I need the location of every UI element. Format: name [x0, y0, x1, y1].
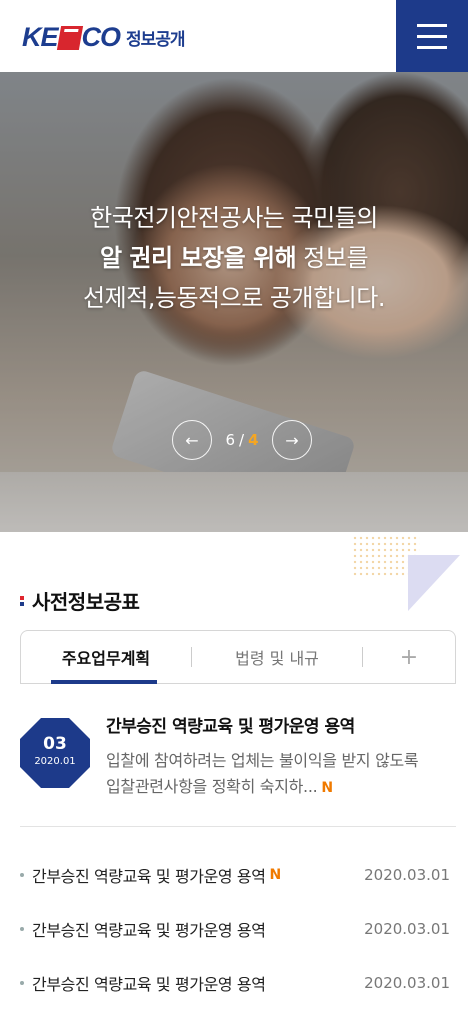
date-year-month: 2020.01 [34, 756, 76, 767]
date-day: 03 [43, 734, 67, 754]
list-item[interactable]: 간부승진 역량교육 및 평가운영 용역 N 2020.03.01 [20, 848, 456, 902]
list-item-title[interactable]: 간부승진 역량교육 및 평가운영 용역 [32, 971, 266, 995]
next-slide-button[interactable]: → [271, 420, 312, 460]
hero-line-3: 선제적,능동적으로 공개합니다. [83, 284, 385, 312]
divider [20, 826, 456, 827]
tab-major-business-plan[interactable]: 주요업무계획 [21, 631, 191, 684]
featured-description: 입찰에 참여하려는 업체는 불이익을 받지 않도록 입찰관련사항을 정확히 숙지… [106, 751, 419, 796]
section-title: 사전정보공표 [32, 590, 140, 614]
slide-total: 4 [248, 431, 259, 449]
new-badge: N [269, 867, 282, 883]
slide-pager: ← 6 / 4 → [172, 420, 312, 460]
prev-slide-button[interactable]: ← [172, 420, 212, 460]
section-mark-icon [20, 595, 24, 606]
site-header: KE CO 정보공개 [0, 0, 468, 72]
logo-s-mark [56, 25, 83, 50]
bullet-icon [20, 873, 24, 877]
hero-slogan: 한국전기안전공사는 국민들의 알 권리 보장을 위해 정보를 선제적,능동적으로… [0, 198, 468, 318]
hamburger-icon [417, 23, 447, 27]
hero-line-1: 한국전기안전공사는 국민들의 [90, 204, 378, 232]
slide-counter: 6 / 4 [225, 431, 258, 449]
tab-bar: 주요업무계획 법령 및 내규 + [20, 630, 456, 684]
slide-separator: / [239, 431, 245, 449]
menu-button[interactable] [396, 0, 468, 72]
kesco-logo[interactable]: KE CO 정보공개 [22, 22, 186, 53]
hero-banner: 한국전기안전공사는 국민들의 알 권리 보장을 위해 정보를 선제적,능동적으로… [0, 72, 468, 532]
new-badge: N [321, 780, 333, 796]
featured-title[interactable]: 간부승진 역량교육 및 평가운영 용역 [106, 712, 355, 737]
decorative-triangle [408, 555, 460, 611]
list-item-date: 2020.03.01 [364, 866, 450, 884]
list-item[interactable]: 간부승진 역량교육 및 평가운영 용역 2020.03.01 [20, 902, 456, 956]
hero-line-2: 알 권리 보장을 위해 정보를 [99, 244, 369, 272]
list-item-title[interactable]: 간부승진 역량교육 및 평가운영 용역 [32, 863, 266, 887]
bullet-icon [20, 927, 24, 931]
arrow-left-icon: ← [185, 430, 199, 450]
list-item-title[interactable]: 간부승진 역량교육 및 평가운영 용역 [32, 917, 266, 941]
featured-notice[interactable]: 03 2020.01 간부승진 역량교육 및 평가운영 용역 입찰에 참여하려는… [20, 712, 456, 802]
logo-wordmark: KE CO [22, 22, 121, 52]
tab-laws-regulations[interactable]: 법령 및 내규 [192, 631, 362, 683]
list-item-date: 2020.03.01 [364, 974, 450, 992]
tab-more-plus-icon[interactable]: + [363, 631, 455, 683]
list-item[interactable]: 간부승진 역량교육 및 평가운영 용역 2020.03.01 [20, 956, 456, 1010]
logo-subtitle: 정보공개 [126, 30, 186, 50]
arrow-right-icon: → [285, 430, 299, 450]
slide-current: 6 [225, 431, 236, 449]
notice-list: 간부승진 역량교육 및 평가운영 용역 N 2020.03.01 간부승진 역량… [20, 848, 456, 1010]
list-item-date: 2020.03.01 [364, 920, 450, 938]
date-badge: 03 2020.01 [20, 718, 90, 788]
section-header: 사전정보공표 [20, 586, 140, 615]
bullet-icon [20, 981, 24, 985]
